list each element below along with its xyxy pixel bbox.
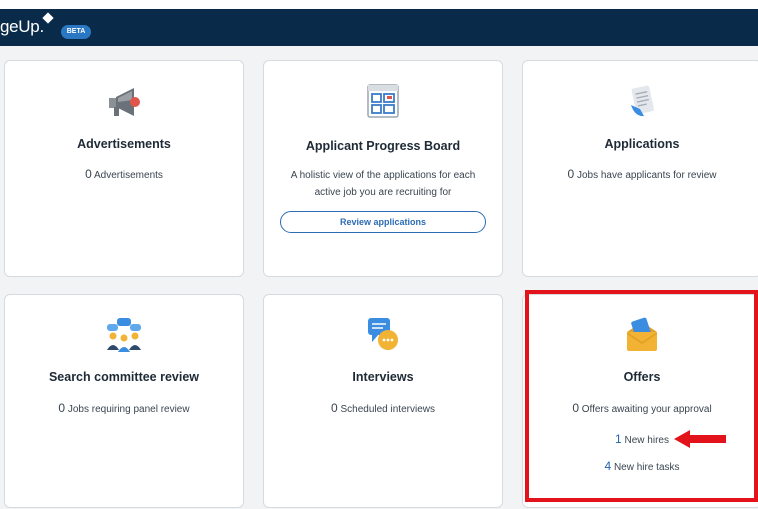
stat-label: Jobs requiring panel review (67, 404, 190, 415)
logo-text[interactable]: geUp. (0, 17, 44, 37)
stat-label: Advertisements (94, 170, 163, 181)
review-applications-button[interactable]: Review applications (280, 211, 486, 233)
stat-label: Offers awaiting your approval (581, 404, 712, 415)
stat-label: Scheduled interviews (340, 404, 435, 415)
new-hires-count[interactable]: 1 (615, 432, 622, 446)
stat-count: 0 (331, 401, 338, 415)
card-stat: 0 Jobs have applicants for review (523, 166, 758, 184)
top-strip (0, 0, 758, 9)
card-title: Applicant Progress Board (305, 139, 461, 153)
card-stat: 0 Advertisements (5, 166, 243, 184)
stat-count: 0 (572, 401, 579, 415)
card-title: Search committee review (48, 370, 200, 384)
stat-label: Jobs have applicants for review (576, 170, 717, 181)
card-title: Applications (604, 137, 680, 151)
card-desc-line2: active job you are recruiting for (314, 187, 452, 198)
card-stat: 0 Offers awaiting your approval (523, 400, 758, 418)
red-arrow-icon (674, 430, 726, 448)
card-offers[interactable]: Offers 0 Offers awaiting your approval 1… (522, 294, 758, 508)
logo-diamond-icon (42, 12, 54, 24)
stat-count: 0 (85, 167, 92, 181)
card-title: Interviews (352, 370, 414, 384)
new-hire-tasks-label[interactable]: New hire tasks (614, 462, 680, 473)
card-stat: 0 Scheduled interviews (264, 400, 502, 418)
card-title: Advertisements (77, 137, 171, 151)
new-hires-label[interactable]: New hires (625, 435, 669, 446)
card-interviews[interactable]: Interviews 0 Scheduled interviews (263, 294, 503, 508)
card-advertisements[interactable]: Advertisements 0 Advertisements (4, 60, 244, 277)
stat-count: 0 (58, 401, 66, 415)
committee-icon (107, 318, 141, 352)
stat-count: 0 (567, 167, 575, 181)
beta-badge: BETA (61, 25, 91, 39)
card-applicant-progress-board[interactable]: Applicant Progress Board A holistic view… (263, 60, 503, 277)
document-icon (631, 85, 654, 117)
chat-icon (368, 318, 398, 350)
card-stat: 0 Jobs requiring panel review (5, 400, 243, 418)
card-applications[interactable]: Applications 0 Jobs have applicants for … (522, 60, 758, 277)
megaphone-icon (109, 88, 140, 116)
card-title: Offers (623, 370, 661, 384)
card-desc-line1: A holistic view of the applications for … (290, 170, 476, 181)
new-hire-tasks-count[interactable]: 4 (604, 459, 611, 473)
card-search-committee-review[interactable]: Search committee review 0 Jobs requiring… (4, 294, 244, 508)
envelope-icon (627, 317, 657, 351)
new-hire-tasks-link[interactable]: 4 New hire tasks (523, 459, 758, 473)
board-icon (367, 84, 399, 118)
app-header: geUp. BETA (0, 9, 758, 46)
